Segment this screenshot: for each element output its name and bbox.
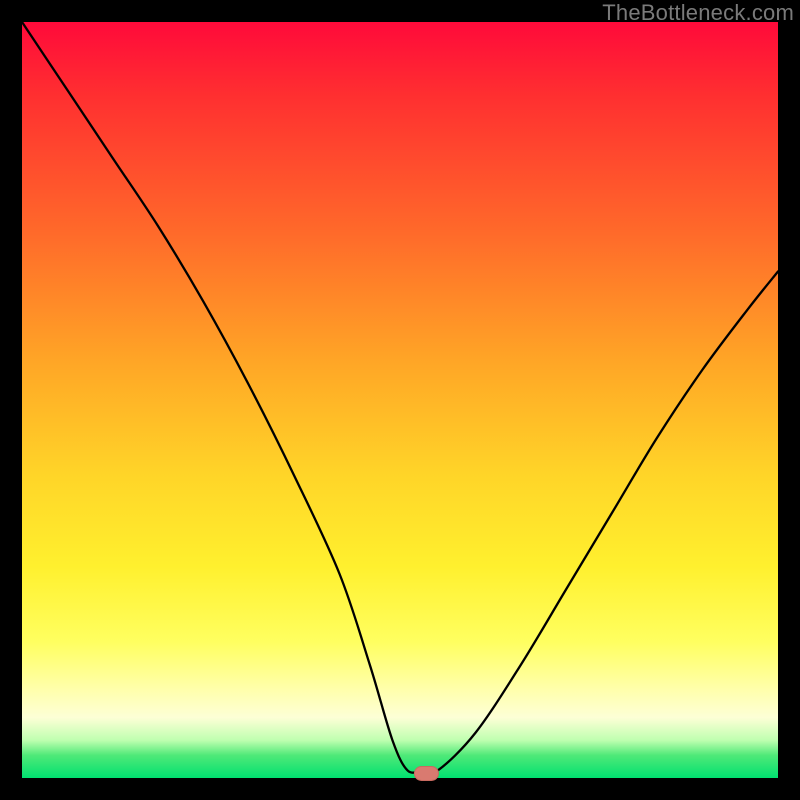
- watermark-text: TheBottleneck.com: [602, 0, 794, 26]
- plot-area: [22, 22, 778, 778]
- bottleneck-curve: [22, 22, 778, 773]
- chart-frame: TheBottleneck.com: [0, 0, 800, 800]
- chart-svg: [22, 22, 778, 778]
- minimum-marker: [414, 766, 438, 780]
